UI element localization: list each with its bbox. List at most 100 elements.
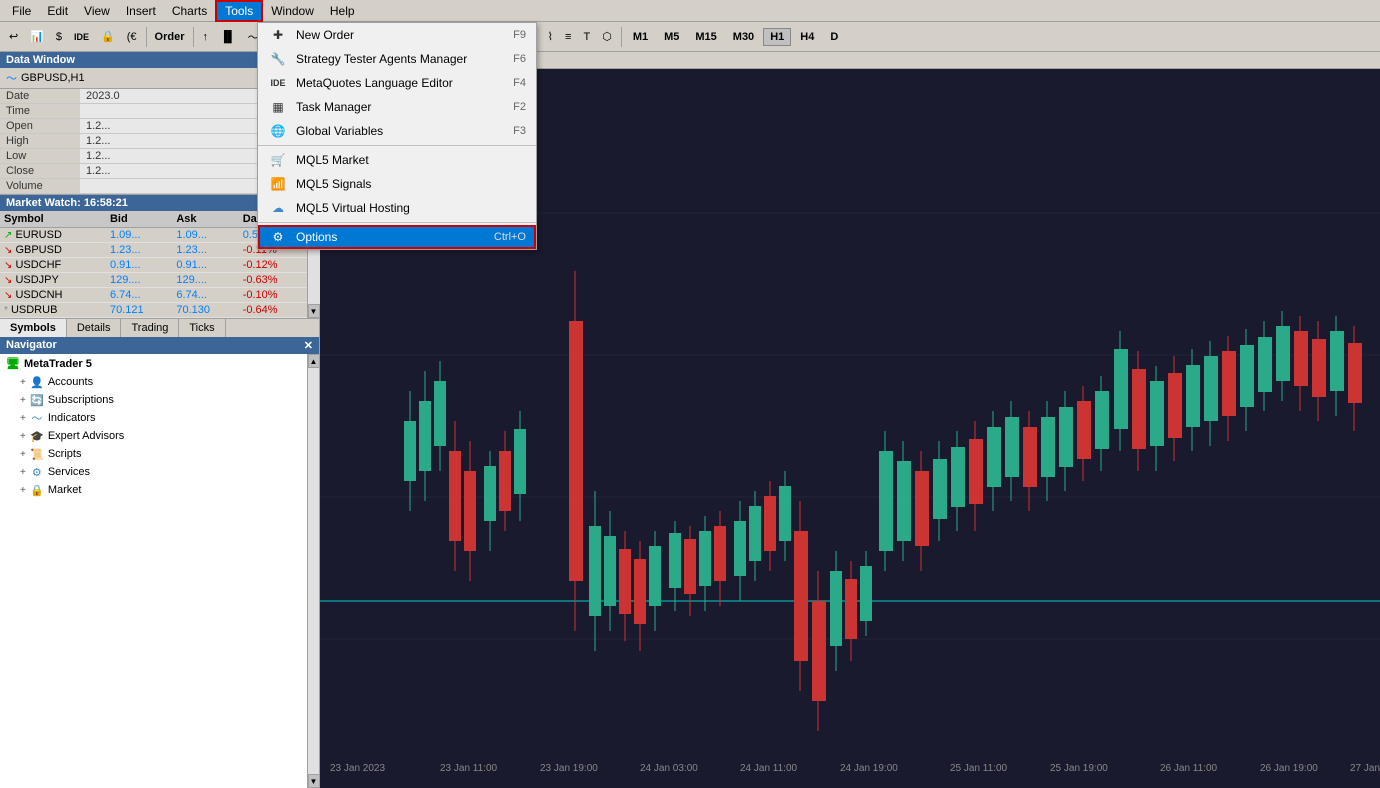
- timeframe-m30[interactable]: M30: [726, 28, 761, 46]
- new-order-shortcut: F9: [513, 29, 526, 41]
- toolbar-shapes[interactable]: ⬡: [597, 27, 617, 46]
- market-watch-row[interactable]: ↘ USDCNH 6.74... 6.74... -0.10%: [0, 288, 307, 303]
- menu-window[interactable]: Window: [263, 2, 322, 20]
- toolbar-text[interactable]: T: [578, 28, 595, 46]
- toolbar-new-chart[interactable]: ↩: [4, 27, 23, 46]
- timeframe-h1[interactable]: H1: [763, 28, 791, 46]
- task-manager-shortcut: F2: [513, 101, 526, 113]
- navigator: Navigator ✕ 🖥 MetaTrader 5 + 👤 Accounts …: [0, 337, 319, 788]
- new-order-label: New Order: [296, 28, 505, 42]
- menu-tools[interactable]: Tools: [215, 0, 263, 22]
- strategy-tester-icon: 🔧: [268, 51, 288, 67]
- menu-mql5-signals[interactable]: 📶 MQL5 Signals: [258, 172, 536, 196]
- toolbar-order-label[interactable]: Order: [151, 31, 189, 43]
- mw-cell-bid: 70.121: [106, 303, 172, 318]
- nav-item-market[interactable]: + 🔒 Market: [0, 481, 307, 499]
- nav-icon-scripts: 📜: [30, 447, 44, 461]
- nav-expand-services[interactable]: +: [20, 467, 26, 478]
- market-watch-row[interactable]: ↘ USDJPY 129.... 129.... -0.63%: [0, 273, 307, 288]
- menu-help[interactable]: Help: [322, 2, 363, 20]
- data-label-close: Close: [0, 164, 80, 178]
- nav-expand-scripts[interactable]: +: [20, 449, 26, 460]
- data-window-symbol-name: GBPUSD,H1: [21, 72, 85, 84]
- timeframe-m5[interactable]: M5: [657, 28, 686, 46]
- dropdown-sep-1: [258, 145, 536, 146]
- menu-mql5-hosting[interactable]: ☁ MQL5 Virtual Hosting: [258, 196, 536, 220]
- toolbar-ide[interactable]: IDE: [69, 29, 94, 45]
- market-watch-row[interactable]: * USDRUB 70.121 70.130 -0.64%: [0, 303, 307, 318]
- nav-label-expert-advisors: Expert Advisors: [48, 430, 124, 442]
- mw-tab-trading[interactable]: Trading: [121, 319, 179, 337]
- menu-task-manager[interactable]: ▦ Task Manager F2: [258, 95, 536, 119]
- toolbar-dollar[interactable]: $: [51, 28, 67, 46]
- toolbar-polyline[interactable]: ⌇: [543, 27, 558, 46]
- menu-options[interactable]: ⚙ Options Ctrl+O: [258, 225, 536, 249]
- strategy-tester-shortcut: F6: [513, 53, 526, 65]
- toolbar-up-arrow[interactable]: ↑: [198, 28, 214, 46]
- toolbar-sep-7: [621, 27, 622, 47]
- nav-item-accounts[interactable]: + 👤 Accounts: [0, 373, 307, 391]
- nav-item-services[interactable]: + ⚙ Services: [0, 463, 307, 481]
- toolbar-lock[interactable]: 🔒: [96, 27, 120, 46]
- svg-text:25 Jan 11:00: 25 Jan 11:00: [950, 763, 1008, 774]
- nav-item-subscriptions[interactable]: + 🔄 Subscriptions: [0, 391, 307, 409]
- mw-cell-ask: 129....: [172, 273, 238, 288]
- mw-cell-ask: 0.91...: [172, 258, 238, 273]
- nav-scroll-up[interactable]: ▲: [308, 354, 320, 368]
- timeframe-m1[interactable]: M1: [626, 28, 655, 46]
- toolbar-fibs[interactable]: ≡: [560, 28, 576, 46]
- timeframe-d[interactable]: D: [823, 28, 845, 46]
- menu-insert[interactable]: Insert: [118, 2, 164, 20]
- nav-expand-subscriptions[interactable]: +: [20, 395, 26, 406]
- menu-metaquotes-editor[interactable]: IDE MetaQuotes Language Editor F4: [258, 71, 536, 95]
- mw-tab-ticks[interactable]: Ticks: [179, 319, 225, 337]
- nav-item-scripts[interactable]: + 📜 Scripts: [0, 445, 307, 463]
- main-layout: Data Window 〜 GBPUSD,H1 Date 2023.0 Time…: [0, 52, 1380, 788]
- mql5-hosting-label: MQL5 Virtual Hosting: [296, 201, 518, 215]
- toolbar-extra[interactable]: (€: [122, 28, 142, 46]
- svg-text:26 Jan 11:00: 26 Jan 11:00: [1160, 763, 1218, 774]
- nav-expand-expert-advisors[interactable]: +: [20, 431, 26, 442]
- options-label: Options: [296, 230, 486, 244]
- nav-item-indicators[interactable]: + 〜 Indicators: [0, 409, 307, 427]
- svg-text:23 Jan 11:00: 23 Jan 11:00: [440, 763, 498, 774]
- navigator-body: 🖥 MetaTrader 5 + 👤 Accounts + 🔄 Subscrip…: [0, 354, 319, 788]
- navigator-content: 🖥 MetaTrader 5 + 👤 Accounts + 🔄 Subscrip…: [0, 354, 307, 788]
- timeframe-h4[interactable]: H4: [793, 28, 821, 46]
- editor-shortcut: F4: [513, 77, 526, 89]
- mw-cell-direction: ↘ USDCNH: [0, 288, 106, 303]
- mw-cell-direction: * USDRUB: [0, 303, 106, 318]
- nav-icon-subscriptions: 🔄: [30, 393, 44, 407]
- nav-scroll-down[interactable]: ▼: [308, 774, 320, 788]
- editor-label: MetaQuotes Language Editor: [296, 76, 505, 90]
- toolbar-chart-type[interactable]: 📊: [25, 27, 49, 46]
- menu-global-variables[interactable]: 🌐 Global Variables F3: [258, 119, 536, 143]
- mw-scroll-down[interactable]: ▼: [308, 304, 320, 318]
- mw-tab-symbols[interactable]: Symbols: [0, 319, 67, 337]
- toolbar-bars[interactable]: ▐▌: [215, 28, 241, 46]
- new-order-icon: ✚: [268, 27, 288, 43]
- nav-expand-indicators[interactable]: +: [20, 413, 26, 424]
- menu-file[interactable]: File: [4, 2, 39, 20]
- mw-cell-direction: ↘ USDJPY: [0, 273, 106, 288]
- market-watch-row[interactable]: ↘ USDCHF 0.91... 0.91... -0.12%: [0, 258, 307, 273]
- svg-text:24 Jan 19:00: 24 Jan 19:00: [840, 763, 898, 774]
- nav-expand-accounts[interactable]: +: [20, 377, 26, 388]
- menu-strategy-tester[interactable]: 🔧 Strategy Tester Agents Manager F6: [258, 47, 536, 71]
- menu-new-order[interactable]: ✚ New Order F9: [258, 23, 536, 47]
- mql5-signals-icon: 📶: [268, 176, 288, 192]
- menu-edit[interactable]: Edit: [39, 2, 76, 20]
- mw-cell-bid: 0.91...: [106, 258, 172, 273]
- navigator-close-icon[interactable]: ✕: [304, 339, 313, 352]
- menu-charts[interactable]: Charts: [164, 2, 215, 20]
- nav-expand-market[interactable]: +: [20, 485, 26, 496]
- menu-view[interactable]: View: [76, 2, 118, 20]
- menu-mql5-market[interactable]: 🛒 MQL5 Market: [258, 148, 536, 172]
- dropdown-sep-2: [258, 222, 536, 223]
- nav-root-icon: 🖥: [6, 357, 20, 370]
- nav-icon-accounts: 👤: [30, 375, 44, 389]
- editor-icon: IDE: [268, 75, 288, 91]
- nav-item-expert-advisors[interactable]: + 🎓 Expert Advisors: [0, 427, 307, 445]
- mw-tab-details[interactable]: Details: [67, 319, 122, 337]
- timeframe-m15[interactable]: M15: [688, 28, 723, 46]
